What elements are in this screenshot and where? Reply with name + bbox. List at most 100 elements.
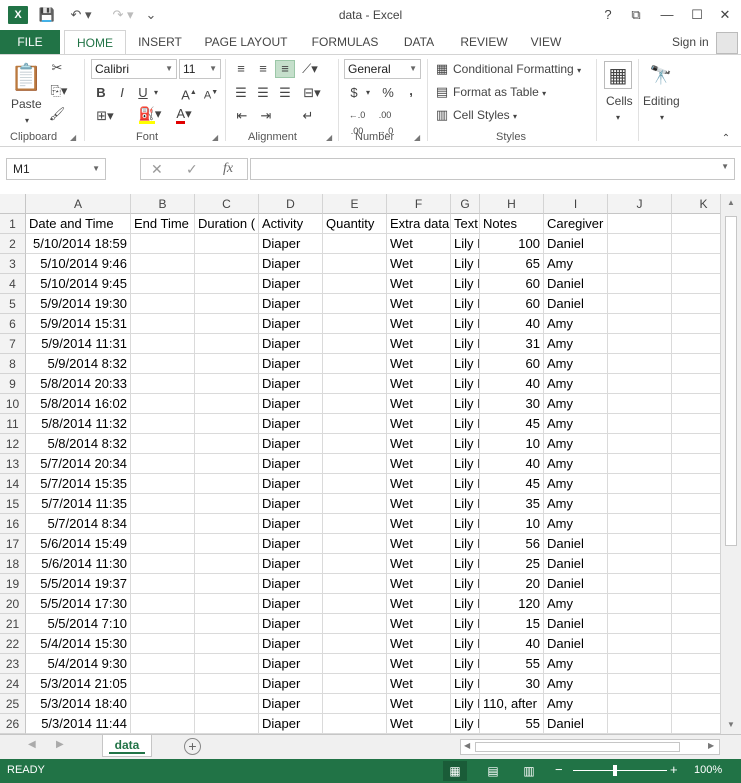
scrollbar-thumb[interactable] (725, 216, 737, 546)
column-header-i[interactable]: I (544, 194, 608, 214)
spreadsheet-grid[interactable]: ABCDEFGHIJK 1 Date and Time End Time Durati… (0, 194, 741, 734)
table-cell[interactable]: Wet (387, 454, 451, 474)
table-cell[interactable]: 5/8/2014 16:02 (26, 394, 131, 414)
table-cell[interactable] (608, 374, 672, 394)
table-cell[interactable]: 10 (480, 434, 544, 454)
table-cell[interactable]: Lily I (451, 554, 480, 574)
table-cell[interactable] (131, 514, 195, 534)
table-cell[interactable] (608, 494, 672, 514)
row-header[interactable]: 17 (0, 534, 26, 554)
align-center-icon[interactable]: ☰ (254, 85, 272, 101)
scroll-right-icon[interactable]: ▶ (708, 741, 714, 750)
row-header[interactable]: 7 (0, 334, 26, 354)
table-cell[interactable]: Wet (387, 334, 451, 354)
table-cell[interactable]: 5/3/2014 18:40 (26, 694, 131, 714)
table-cell[interactable] (608, 614, 672, 634)
table-cell[interactable]: Diaper (259, 314, 323, 334)
tab-file[interactable]: FILE (0, 30, 60, 54)
table-cell[interactable] (608, 354, 672, 374)
table-cell[interactable]: Wet (387, 694, 451, 714)
alignment-launcher-icon[interactable]: ◢ (326, 133, 332, 142)
scroll-left-icon[interactable]: ◀ (464, 741, 470, 750)
table-cell[interactable]: 5/9/2014 8:32 (26, 354, 131, 374)
table-cell[interactable]: 5/6/2014 11:30 (26, 554, 131, 574)
paste-button[interactable]: Paste (11, 97, 42, 111)
maximize-icon[interactable]: ☐ (685, 4, 709, 26)
table-cell[interactable]: 60 (480, 354, 544, 374)
table-cell[interactable]: Diaper (259, 354, 323, 374)
table-cell[interactable] (195, 574, 259, 594)
table-cell[interactable]: Daniel (544, 714, 608, 734)
table-cell[interactable] (608, 654, 672, 674)
table-cell[interactable] (323, 654, 387, 674)
table-cell[interactable]: 5/9/2014 19:30 (26, 294, 131, 314)
table-cell[interactable]: Diaper (259, 394, 323, 414)
row-header[interactable]: 20 (0, 594, 26, 614)
table-cell[interactable]: 20 (480, 574, 544, 594)
table-cell[interactable] (323, 594, 387, 614)
table-cell[interactable] (195, 234, 259, 254)
table-cell[interactable] (195, 514, 259, 534)
zoom-level[interactable]: 100% (694, 764, 722, 776)
scroll-down-icon[interactable]: ▼ (721, 720, 741, 729)
align-top-icon[interactable]: ≡ (232, 61, 250, 77)
table-cell[interactable]: Diaper (259, 494, 323, 514)
table-cell[interactable] (195, 454, 259, 474)
table-cell[interactable] (131, 314, 195, 334)
table-cell[interactable] (195, 614, 259, 634)
table-cell[interactable] (608, 634, 672, 654)
table-cell[interactable]: 5/7/2014 20:34 (26, 454, 131, 474)
tab-page-layout[interactable]: PAGE LAYOUT (200, 30, 292, 54)
table-cell[interactable] (608, 514, 672, 534)
table-cell[interactable]: Diaper (259, 694, 323, 714)
table-cell[interactable]: Wet (387, 634, 451, 654)
tab-insert[interactable]: INSERT (134, 30, 186, 54)
scroll-up-icon[interactable]: ▲ (721, 198, 741, 207)
table-cell[interactable] (323, 454, 387, 474)
row-header[interactable]: 9 (0, 374, 26, 394)
table-cell[interactable] (195, 254, 259, 274)
table-cell[interactable]: Lily I (451, 614, 480, 634)
table-cell[interactable]: Diaper (259, 234, 323, 254)
merge-center-icon[interactable]: ⊟▾ (300, 85, 324, 101)
table-cell[interactable]: Wet (387, 294, 451, 314)
table-cell[interactable]: Amy (544, 394, 608, 414)
editing-button[interactable]: Editing (643, 94, 680, 108)
comma-button[interactable]: , (405, 83, 417, 99)
table-cell[interactable]: 60 (480, 274, 544, 294)
header-cell[interactable]: Caregiver (544, 214, 608, 234)
close-icon[interactable]: ✕ (713, 4, 737, 26)
table-cell[interactable] (323, 714, 387, 734)
row-header[interactable]: 8 (0, 354, 26, 374)
table-cell[interactable]: Lily I (451, 314, 480, 334)
column-header-h[interactable]: H (480, 194, 544, 214)
table-cell[interactable]: Lily I (451, 594, 480, 614)
table-cell[interactable]: Wet (387, 374, 451, 394)
table-cell[interactable] (131, 494, 195, 514)
fill-color-icon[interactable]: ⛽▾ (136, 106, 164, 124)
table-cell[interactable]: 5/8/2014 20:33 (26, 374, 131, 394)
binoculars-icon[interactable]: 🔭 (646, 61, 676, 89)
column-header-g[interactable]: G (451, 194, 480, 214)
hscroll-thumb[interactable] (475, 742, 680, 752)
table-cell[interactable] (131, 454, 195, 474)
table-cell[interactable] (323, 294, 387, 314)
row-header[interactable]: 26 (0, 714, 26, 734)
table-cell[interactable]: Lily I (451, 694, 480, 714)
table-cell[interactable]: 25 (480, 554, 544, 574)
italic-button[interactable]: I (114, 85, 130, 101)
row-header[interactable]: 13 (0, 454, 26, 474)
table-cell[interactable] (608, 474, 672, 494)
column-header-a[interactable]: A (26, 194, 131, 214)
table-cell[interactable]: Wet (387, 714, 451, 734)
table-cell[interactable]: Amy (544, 254, 608, 274)
table-cell[interactable]: 5/5/2014 17:30 (26, 594, 131, 614)
table-cell[interactable]: Lily I (451, 354, 480, 374)
row-header[interactable]: 5 (0, 294, 26, 314)
table-cell[interactable]: Lily I (451, 534, 480, 554)
column-header-e[interactable]: E (323, 194, 387, 214)
table-cell[interactable]: 5/6/2014 15:49 (26, 534, 131, 554)
table-cell[interactable] (608, 674, 672, 694)
tab-data[interactable]: DATA (396, 30, 442, 54)
table-cell[interactable] (608, 294, 672, 314)
